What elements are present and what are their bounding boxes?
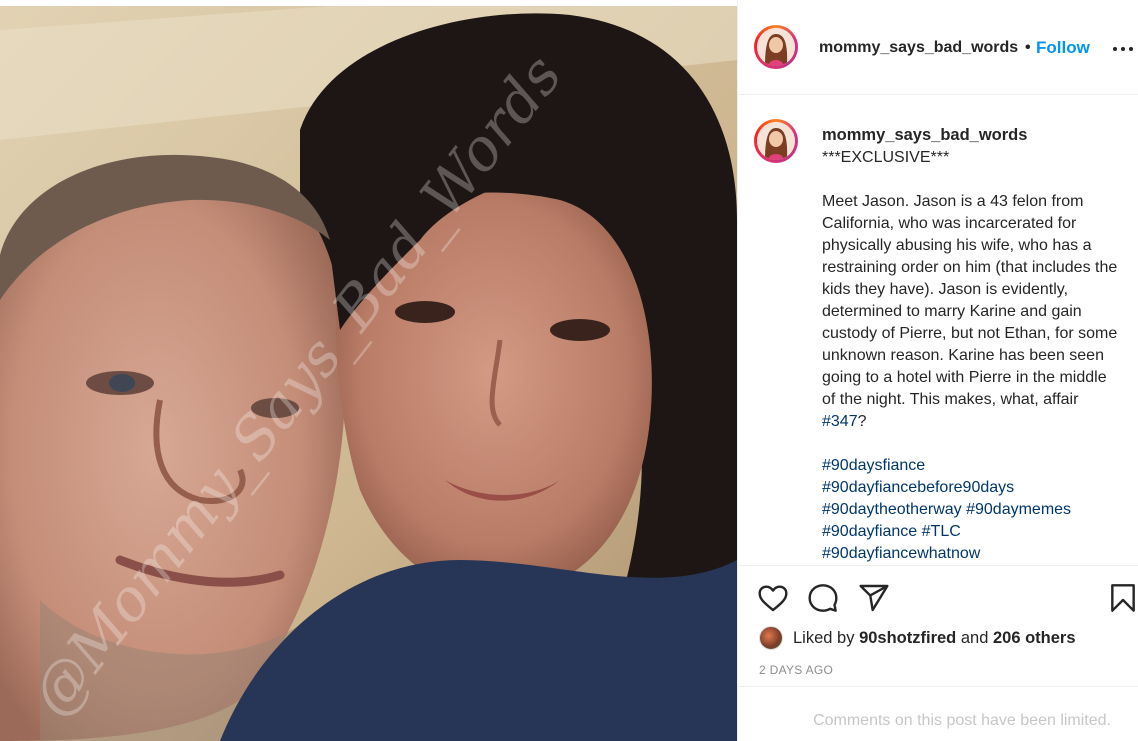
hashtag-link[interactable]: #TLC xyxy=(922,523,961,540)
header-username[interactable]: mommy_says_bad_words xyxy=(819,39,1018,57)
likes-summary: Liked by 90shotzfired and 206 others xyxy=(759,625,1076,651)
caption-area: mommy_says_bad_words ***EXCLUSIVE*** Mee… xyxy=(738,96,1138,564)
post-timestamp[interactable]: 2 DAYS AGO xyxy=(759,663,833,677)
hashtag-link[interactable]: #90dayfiancebefore90days xyxy=(822,479,1014,496)
avatar-illustration xyxy=(757,122,795,160)
photo-illustration: @Mommy_Says_Bad_Words xyxy=(0,0,737,741)
liker-username[interactable]: 90shotzfired xyxy=(859,629,956,648)
caption-body: Meet Jason. Jason is a 43 felon from Cal… xyxy=(822,191,1122,433)
comment-icon[interactable] xyxy=(807,582,839,614)
hashtag-link[interactable]: #347 xyxy=(822,413,858,430)
heart-icon[interactable] xyxy=(757,582,789,614)
follow-button[interactable]: Follow xyxy=(1036,38,1090,58)
hashtag-link[interactable]: #90daytheotherway xyxy=(822,501,962,518)
send-icon[interactable] xyxy=(858,582,890,614)
liker-avatar[interactable] xyxy=(759,626,783,650)
hashtag-link[interactable]: #90daymemes xyxy=(966,501,1071,518)
likes-middle: and xyxy=(960,628,989,647)
post-photo[interactable]: @Mommy_Says_Bad_Words xyxy=(0,0,737,741)
post-header: mommy_says_bad_words • Follow xyxy=(738,0,1138,95)
bookmark-icon[interactable] xyxy=(1107,582,1138,614)
hashtag-link[interactable]: #90daysfiance xyxy=(822,457,925,474)
caption-text: ***EXCLUSIVE*** Meet Jason. Jason is a 4… xyxy=(822,147,1122,564)
caption-username[interactable]: mommy_says_bad_words xyxy=(822,126,1027,145)
avatar-illustration xyxy=(757,28,795,66)
post-side-panel: mommy_says_bad_words • Follow mommy_says… xyxy=(737,0,1138,741)
caption-avatar[interactable] xyxy=(754,119,798,163)
hashtag-link[interactable]: #90dayfiancewhatnow xyxy=(822,545,980,562)
hashtag-link[interactable]: #90dayfiance xyxy=(822,523,917,540)
caption-body-text: Meet Jason. Jason is a 43 felon from Cal… xyxy=(822,193,1118,408)
likes-count[interactable]: 206 others xyxy=(993,629,1076,648)
header-separator: • xyxy=(1025,39,1031,56)
caption-headline: ***EXCLUSIVE*** xyxy=(822,149,950,166)
post-actions: Liked by 90shotzfired and 206 others 2 D… xyxy=(738,565,1138,685)
avatar[interactable] xyxy=(754,25,798,69)
caption-body-tail: ? xyxy=(857,413,867,430)
comments-limited-text: Comments on this post have been limited. xyxy=(813,712,1111,729)
likes-prefix: Liked by xyxy=(793,628,855,647)
more-horizontal-icon[interactable] xyxy=(1113,44,1137,54)
photo-top-rule xyxy=(0,0,737,6)
comments-notice-bar: Comments on this post have been limited. xyxy=(738,686,1138,741)
